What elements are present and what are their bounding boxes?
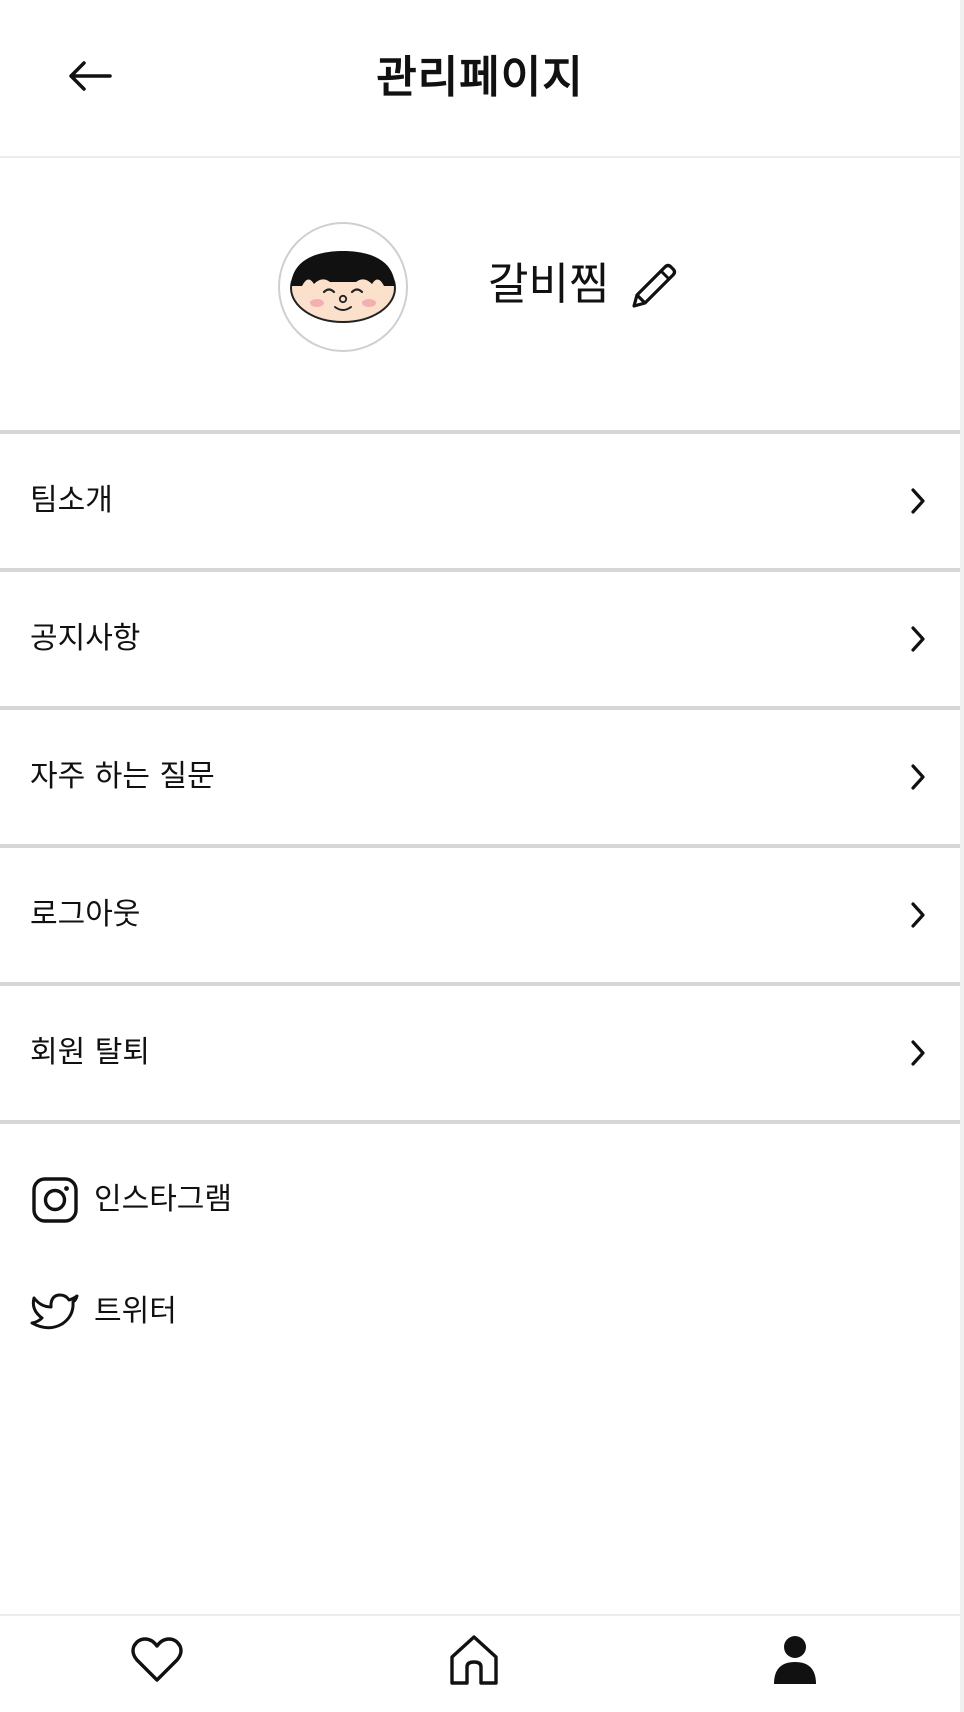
avatar[interactable] (278, 222, 408, 352)
menu-item-label: 팀소개 (30, 483, 113, 518)
heart-icon (131, 1637, 183, 1682)
menu-item-label: 공지사항 (30, 621, 141, 656)
profile-section: 갈비찜 (0, 158, 960, 434)
social-links: 인스타그램 트위터 (30, 1170, 232, 1394)
menu-item-withdraw[interactable]: 회원 탈퇴 (0, 986, 960, 1124)
person-icon (774, 1636, 816, 1684)
menu-list: 팀소개 공지사항 자주 하는 질문 로그아웃 회원 탈퇴 (0, 434, 960, 1124)
page-title: 관리페이지 (376, 52, 584, 103)
menu-item-notice[interactable]: 공지사항 (0, 572, 960, 710)
home-icon (450, 1635, 498, 1685)
header: 관리페이지 (0, 0, 960, 158)
edit-nickname-button[interactable] (626, 258, 682, 314)
nickname: 갈비찜 (488, 259, 610, 310)
chevron-right-icon (904, 485, 932, 517)
nav-mypage-button[interactable] (765, 1630, 825, 1690)
bottom-nav (0, 1614, 960, 1712)
instagram-link[interactable]: 인스타그램 (30, 1170, 232, 1230)
menu-item-logout[interactable]: 로그아웃 (0, 848, 960, 986)
instagram-icon (30, 1175, 80, 1225)
menu-item-label: 로그아웃 (30, 897, 141, 932)
pencil-icon (632, 263, 677, 308)
cartoon-face-avatar (290, 251, 396, 323)
twitter-link[interactable]: 트위터 (30, 1282, 232, 1342)
menu-item-label: 자주 하는 질문 (30, 759, 215, 794)
twitter-label: 트위터 (94, 1294, 177, 1329)
twitter-icon (30, 1287, 80, 1337)
menu-item-team-intro[interactable]: 팀소개 (0, 434, 960, 572)
instagram-label: 인스타그램 (94, 1182, 232, 1217)
chevron-right-icon (904, 899, 932, 931)
admin-page: 관리페이지 갈비찜 팀소개 공지사항 자주 하는 질문 로그아웃 회원 탈퇴 인… (0, 0, 960, 1712)
menu-item-label: 회원 탈퇴 (30, 1035, 150, 1070)
menu-item-faq[interactable]: 자주 하는 질문 (0, 710, 960, 848)
chevron-right-icon (904, 761, 932, 793)
chevron-right-icon (904, 1037, 932, 1069)
nav-favorites-button[interactable] (127, 1630, 187, 1690)
nav-home-button[interactable] (444, 1630, 504, 1690)
chevron-right-icon (904, 623, 932, 655)
